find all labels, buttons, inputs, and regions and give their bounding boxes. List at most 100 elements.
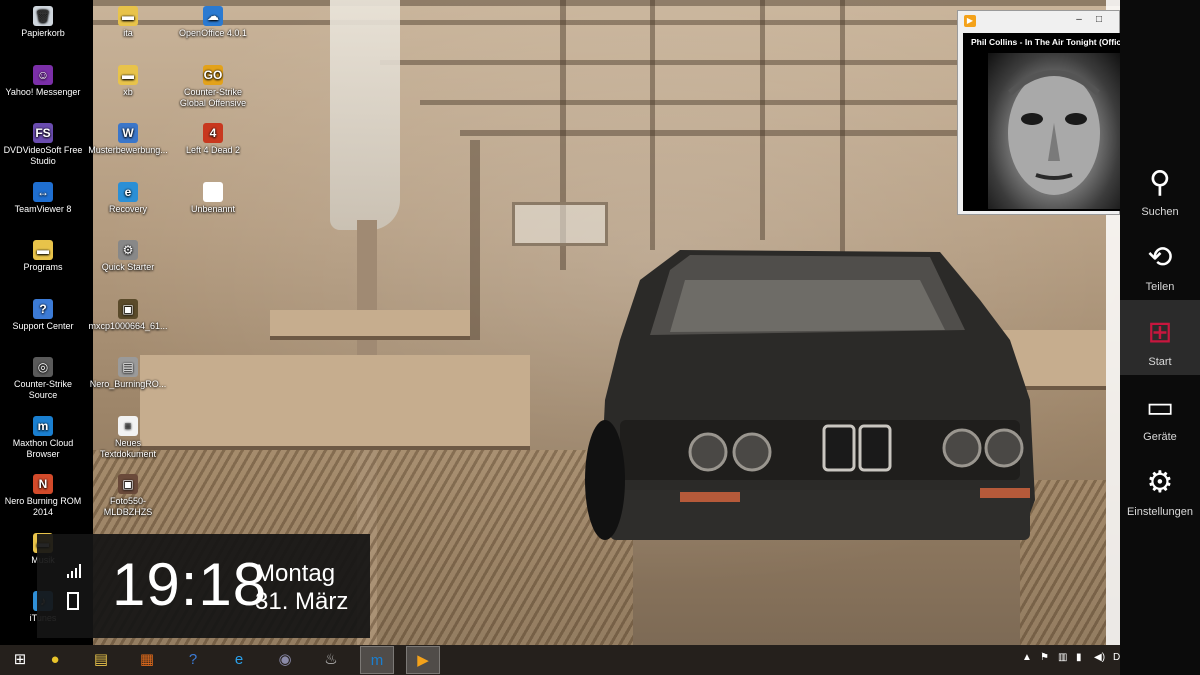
desktop-icon-label: ita xyxy=(123,28,133,38)
folder-icon: ▬ xyxy=(33,240,53,260)
chrome-taskbar-button[interactable]: ● xyxy=(38,646,72,674)
desktop-icon[interactable]: ▬ ita xyxy=(86,6,170,39)
charm-suchen[interactable]: ⚲ Suchen xyxy=(1120,150,1200,225)
flag-icon[interactable]: ⚑ xyxy=(1040,652,1049,663)
player-titlebar[interactable]: ▶ ‒ □ xyxy=(958,11,1119,31)
face-illustration xyxy=(1007,70,1101,195)
steam-taskbar-button[interactable]: ♨ xyxy=(314,646,348,674)
media-player-taskbar-button[interactable]: ▶ xyxy=(406,646,440,674)
desktop-icon[interactable]: FS DVDVideoSoft Free Studio xyxy=(1,123,85,167)
start-button[interactable]: ⊞ xyxy=(3,646,37,674)
tray-clock[interactable]: D xyxy=(1113,652,1120,663)
signal-icon xyxy=(67,564,81,578)
quick-starter-icon: ⚙ xyxy=(118,240,138,260)
media-center-taskbar-button[interactable]: ◉ xyxy=(268,646,302,674)
desktop-icon-label: Quick Starter xyxy=(101,262,155,272)
teamviewer-icon: ↔ xyxy=(33,181,53,202)
desktop-icon[interactable]: ▬ xb xyxy=(86,64,170,98)
desktop-icon[interactable]: ↔ TeamViewer 8 xyxy=(1,181,85,215)
help-taskbar-button[interactable]: ? xyxy=(176,646,210,674)
charm-label: Suchen xyxy=(1141,206,1179,218)
desktop-icon[interactable]: 4 Left 4 Dead 2 xyxy=(171,123,255,156)
charm-label: Start xyxy=(1148,356,1172,368)
clock-time: 19:18 xyxy=(112,551,268,618)
dvdvideosoft-icon: FS xyxy=(33,123,53,143)
desktop-icon-label: Support Center xyxy=(12,320,74,331)
desktop-icon-label: TeamViewer 8 xyxy=(14,203,72,214)
desktop-icon-label: Papierkorb xyxy=(21,28,65,38)
desktop-icon-label: xb xyxy=(123,86,133,97)
battery-icon xyxy=(67,592,79,610)
player-content: Phil Collins - In The Air Tonight (Offic xyxy=(963,33,1121,211)
image-icon: ▣ xyxy=(118,298,138,319)
left4dead-icon: 4 xyxy=(203,123,223,143)
charm-label: Teilen xyxy=(1145,281,1175,293)
desktop-icon[interactable]: 🗑 Papierkorb xyxy=(1,6,85,39)
desktop-icon[interactable]: ≡ Neues Textdokument xyxy=(86,415,170,460)
track-title: Phil Collins - In The Air Tonight (Offic xyxy=(971,37,1121,47)
desktop-icon-label: Neues Textdokument xyxy=(99,437,157,459)
desktop-icon-label: Yahoo! Messenger xyxy=(5,86,81,97)
maximize-button[interactable]: □ xyxy=(1092,13,1106,27)
desktop-icon-label: Nero Burning ROM 2014 xyxy=(4,496,82,517)
office-taskbar-button[interactable]: ▦ xyxy=(130,646,164,674)
desktop-icon[interactable]: ▬ Programs xyxy=(1,240,85,273)
charm-teilen[interactable]: ⟲ Teilen xyxy=(1120,225,1200,300)
desktop-icon[interactable]: ◎ Counter-Strike Source xyxy=(1,357,85,401)
desktop-icon[interactable]: N Nero Burning ROM 2014 xyxy=(1,474,85,518)
desktop-icon-label: mxcp1000664_61... xyxy=(88,320,168,331)
folder-icon: ▬ xyxy=(118,64,138,85)
volume-icon[interactable]: ◀) xyxy=(1094,652,1105,663)
desktop-icon-label: Left 4 Dead 2 xyxy=(185,145,241,155)
installer-icon: ▤ xyxy=(118,357,138,377)
file-explorer-taskbar-button[interactable]: ▤ xyxy=(84,646,118,674)
media-player-icon: ▶ xyxy=(964,15,976,27)
show-hidden-icons-icon[interactable]: ▲ xyxy=(1022,652,1032,663)
network-icon[interactable]: ▥ xyxy=(1058,652,1067,663)
desktop-icon[interactable]: ▤ Nero_BurningRO... xyxy=(86,357,170,390)
charm-einstellungen[interactable]: ⚙ Einstellungen xyxy=(1120,450,1200,525)
settings-gear-icon: ⚙ xyxy=(1146,466,1174,499)
desktop-icon[interactable]: ☺ Yahoo! Messenger xyxy=(1,64,85,98)
openoffice-icon: ☁ xyxy=(203,6,223,26)
charm-label: Einstellungen xyxy=(1126,506,1194,518)
desktop-icon[interactable]: ☁ OpenOffice 4.0.1 xyxy=(171,6,255,39)
desktop-icon[interactable]: Unbenannt xyxy=(171,181,255,215)
desktop-icon-label: OpenOffice 4.0.1 xyxy=(179,28,247,38)
maxthon-icon: m xyxy=(33,415,53,436)
desktop-icon[interactable]: m Maxthon Cloud Browser xyxy=(1,415,85,460)
recycle-bin-icon: 🗑 xyxy=(33,6,53,26)
music-player-window[interactable]: ▶ ‒ □ Phil Collins - In The Air Tonight … xyxy=(957,10,1121,215)
counter-strike-source-icon: ◎ xyxy=(33,357,53,377)
clock-overlay: 19:18 Montag 31. März xyxy=(37,534,370,638)
desktop-icon[interactable]: W Musterbewerbung... xyxy=(86,123,170,156)
desktop-icon-label: Recovery xyxy=(108,203,147,214)
windows-logo-icon: ⊞ xyxy=(1147,316,1173,349)
desktop-icon[interactable]: GO Counter-Strike Global Offensive xyxy=(171,64,255,109)
internet-explorer-taskbar-button[interactable]: e xyxy=(222,646,256,674)
battery-tray-icon[interactable]: ▮ xyxy=(1076,652,1082,663)
clock-date: 31. März xyxy=(255,588,349,615)
desktop-icon-label: Counter-Strike Source xyxy=(13,379,73,400)
charm-geräte[interactable]: ▭ Geräte xyxy=(1120,375,1200,450)
desktop-icon-label: Counter-Strike Global Offensive xyxy=(179,86,247,108)
recovery-icon: e xyxy=(118,181,138,202)
desktop-icon[interactable]: e Recovery xyxy=(86,181,170,215)
charm-start[interactable]: ⊞ Start xyxy=(1120,300,1200,375)
share-icon: ⟲ xyxy=(1147,241,1173,274)
folder-icon: ▬ xyxy=(118,6,138,26)
nero-icon: N xyxy=(33,474,53,494)
csgo-icon: GO xyxy=(203,64,223,85)
minimize-button[interactable]: ‒ xyxy=(1072,13,1086,27)
maxthon-taskbar-button[interactable]: m xyxy=(360,646,394,674)
blank-document-icon xyxy=(203,181,223,202)
desktop-icon-label: Programs xyxy=(23,262,63,272)
taskbar: ⊞ ● ▤ ▦? e ◉ ♨ m ▶ ▲ ⚑ ▥ ▮ ◀) D xyxy=(0,645,1120,675)
document-icon: W xyxy=(118,123,138,143)
desktop-icon[interactable]: ▣ mxcp1000664_61... xyxy=(86,298,170,332)
desktop-icon-label: DVDVideoSoft Free Studio xyxy=(3,145,83,166)
desktop-icon[interactable]: ? Support Center xyxy=(1,298,85,332)
desktop-icon[interactable]: ▣ Foto550-MLDBZHZS xyxy=(86,474,170,518)
car-illustration xyxy=(585,250,1035,540)
desktop-icon[interactable]: ⚙ Quick Starter xyxy=(86,240,170,273)
